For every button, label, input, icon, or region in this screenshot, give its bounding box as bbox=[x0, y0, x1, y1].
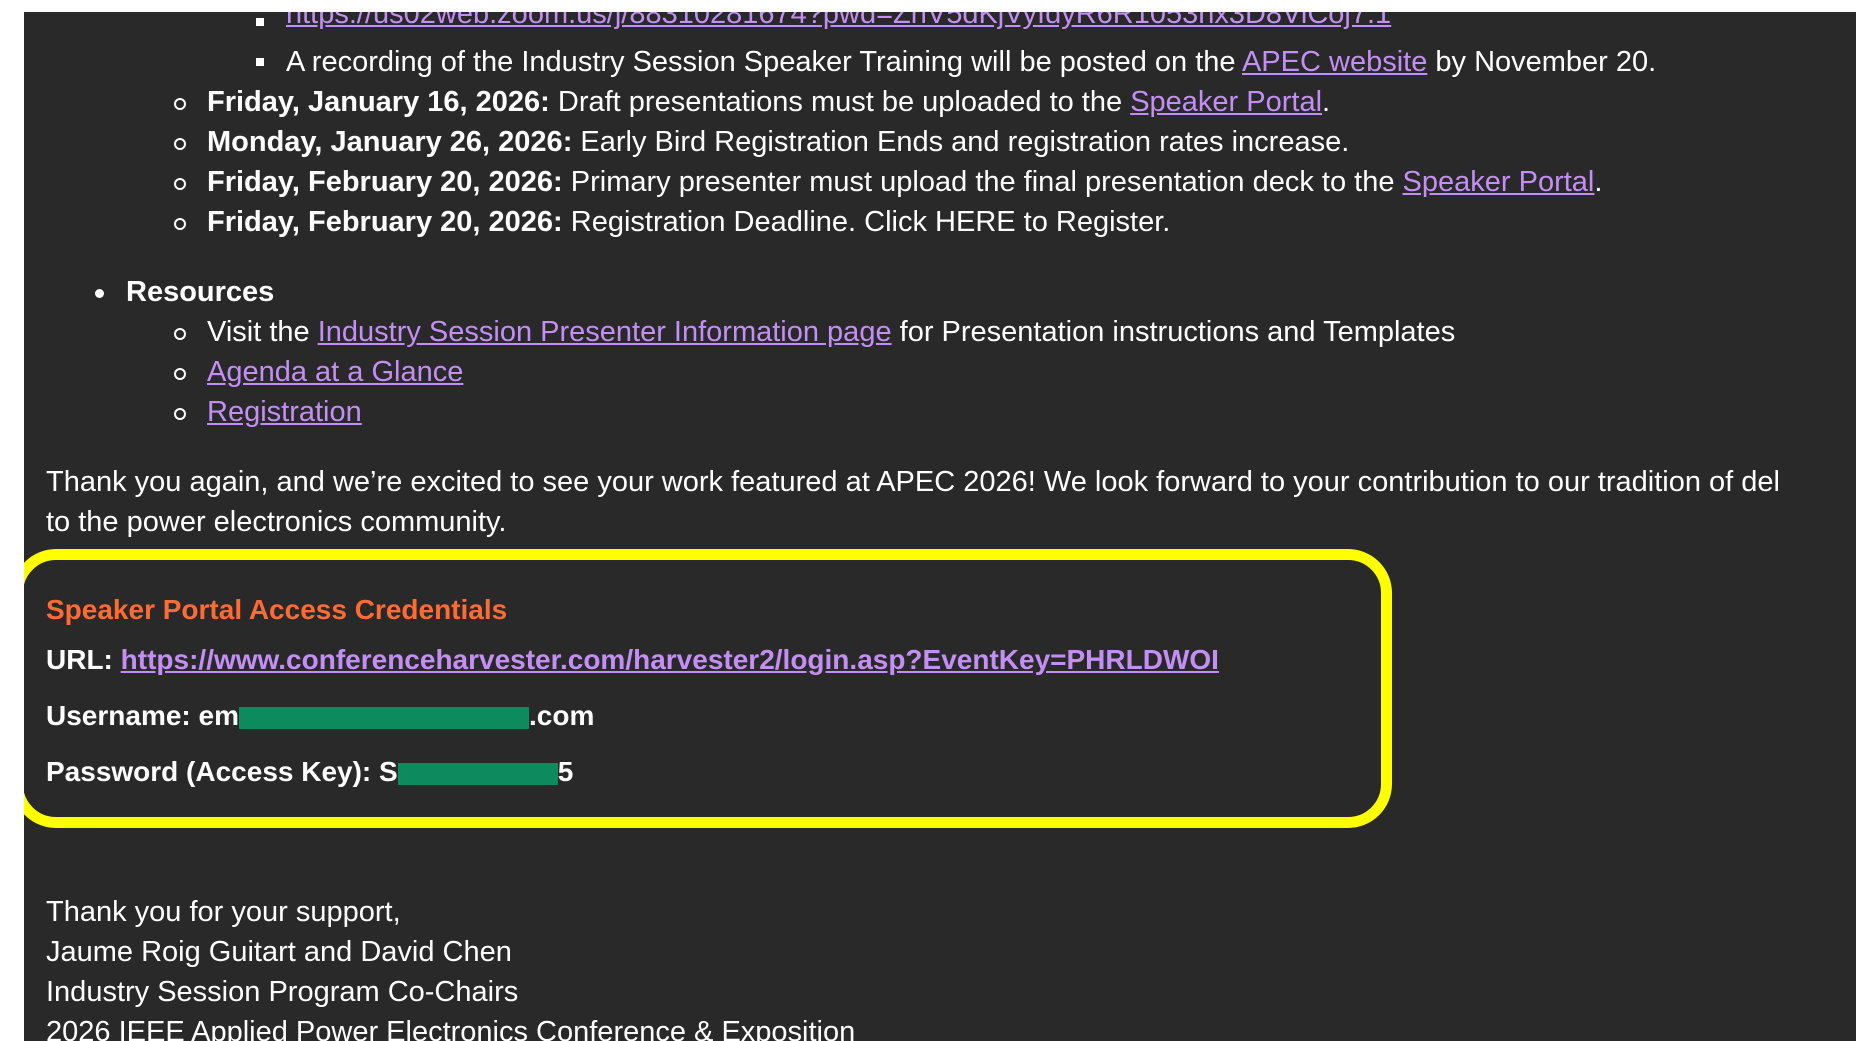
password-redaction bbox=[397, 762, 558, 785]
schedule-item: Monday, January 26, 2026: Early Bird Reg… bbox=[207, 124, 1349, 160]
registration-link[interactable]: Registration bbox=[207, 396, 362, 428]
username-label: Username: bbox=[46, 700, 191, 731]
schedule-text: Draft presentations must be uploaded to … bbox=[549, 86, 1131, 118]
resource-text-after: for Presentation instructions and Templa… bbox=[891, 316, 1456, 348]
apec-website-link[interactable]: APEC website bbox=[1242, 46, 1427, 78]
password-suffix: 5 bbox=[557, 756, 574, 787]
zoom-link-line: https://us02web.zoom.us/j/88310281674?pw… bbox=[286, 12, 1391, 32]
thanks-line-1: Thank you again, and we’re excited to se… bbox=[46, 466, 1780, 498]
schedule-date: Friday, February 20, 2026: bbox=[207, 166, 563, 198]
resource-text: Visit the bbox=[207, 316, 318, 348]
schedule-date: Monday, January 26, 2026: bbox=[207, 126, 573, 158]
presenter-info-link[interactable]: Industry Session Presenter Information p… bbox=[318, 316, 892, 348]
password-prefix: S bbox=[379, 756, 398, 787]
resources-heading-text: Resources bbox=[126, 276, 275, 308]
speaker-portal-url-link[interactable]: https://www.conferenceharvester.com/harv… bbox=[121, 644, 1219, 675]
circle-bullet-icon bbox=[174, 328, 186, 340]
credentials-title: Speaker Portal Access Credentials bbox=[46, 594, 508, 625]
circle-bullet-icon bbox=[174, 408, 186, 420]
recording-text-after: by November 20. bbox=[1427, 46, 1657, 78]
credentials-username-line: Username: em .com bbox=[46, 698, 594, 734]
schedule-date: Friday, January 16, 2026: bbox=[207, 86, 550, 118]
email-body: https://us02web.zoom.us/j/88310281674?pw… bbox=[24, 12, 1856, 1041]
square-bullet-icon bbox=[256, 58, 264, 66]
schedule-text: Early Bird Registration Ends and registr… bbox=[572, 126, 1350, 158]
schedule-text: Registration Deadline. Click HERE to Reg… bbox=[562, 206, 1171, 238]
resource-item: Agenda at a Glance bbox=[207, 354, 463, 390]
schedule-text: Primary presenter must upload the final … bbox=[562, 166, 1403, 198]
speaker-portal-link[interactable]: Speaker Portal bbox=[1403, 166, 1595, 198]
schedule-date: Friday, February 20, 2026: bbox=[207, 206, 563, 238]
username-prefix: em bbox=[198, 700, 239, 731]
schedule-item: Friday, February 20, 2026: Registration … bbox=[207, 204, 1170, 240]
resources-heading: Resources bbox=[126, 274, 274, 310]
disc-bullet-icon bbox=[95, 289, 104, 298]
signature-line-4: 2026 IEEE Applied Power Electronics Conf… bbox=[46, 1016, 856, 1041]
agenda-link[interactable]: Agenda at a Glance bbox=[207, 356, 463, 388]
circle-bullet-icon bbox=[174, 178, 186, 190]
schedule-item: Friday, January 16, 2026: Draft presenta… bbox=[207, 84, 1330, 120]
square-bullet-icon bbox=[256, 18, 264, 26]
speaker-portal-link[interactable]: Speaker Portal bbox=[1130, 86, 1322, 118]
signature-line-2: Jaume Roig Guitart and David Chen bbox=[46, 936, 512, 968]
schedule-punct: . bbox=[1594, 166, 1603, 198]
credentials-url-line: URL: https://www.conferenceharvester.com… bbox=[46, 642, 1219, 678]
password-label: Password (Access Key): bbox=[46, 756, 372, 787]
credentials-password-line: Password (Access Key): S 5 bbox=[46, 754, 573, 790]
circle-bullet-icon bbox=[174, 138, 186, 150]
signature-line-1: Thank you for your support, bbox=[46, 896, 401, 928]
zoom-meeting-link[interactable]: https://us02web.zoom.us/j/88310281674?pw… bbox=[286, 12, 1391, 30]
url-label: URL: bbox=[46, 644, 113, 675]
resource-item: Registration bbox=[207, 394, 362, 430]
schedule-punct: . bbox=[1322, 86, 1331, 118]
circle-bullet-icon bbox=[174, 368, 186, 380]
thanks-line-2: to the power electronics community. bbox=[46, 506, 507, 538]
resource-item: Visit the Industry Session Presenter Inf… bbox=[207, 314, 1455, 350]
circle-bullet-icon bbox=[174, 98, 186, 110]
signature-line-3: Industry Session Program Co-Chairs bbox=[46, 976, 519, 1008]
circle-bullet-icon bbox=[174, 218, 186, 230]
username-redaction bbox=[238, 706, 529, 729]
schedule-item: Friday, February 20, 2026: Primary prese… bbox=[207, 164, 1602, 200]
username-suffix: .com bbox=[528, 700, 595, 731]
recording-line: A recording of the Industry Session Spea… bbox=[286, 44, 1656, 80]
recording-text: A recording of the Industry Session Spea… bbox=[286, 46, 1242, 78]
